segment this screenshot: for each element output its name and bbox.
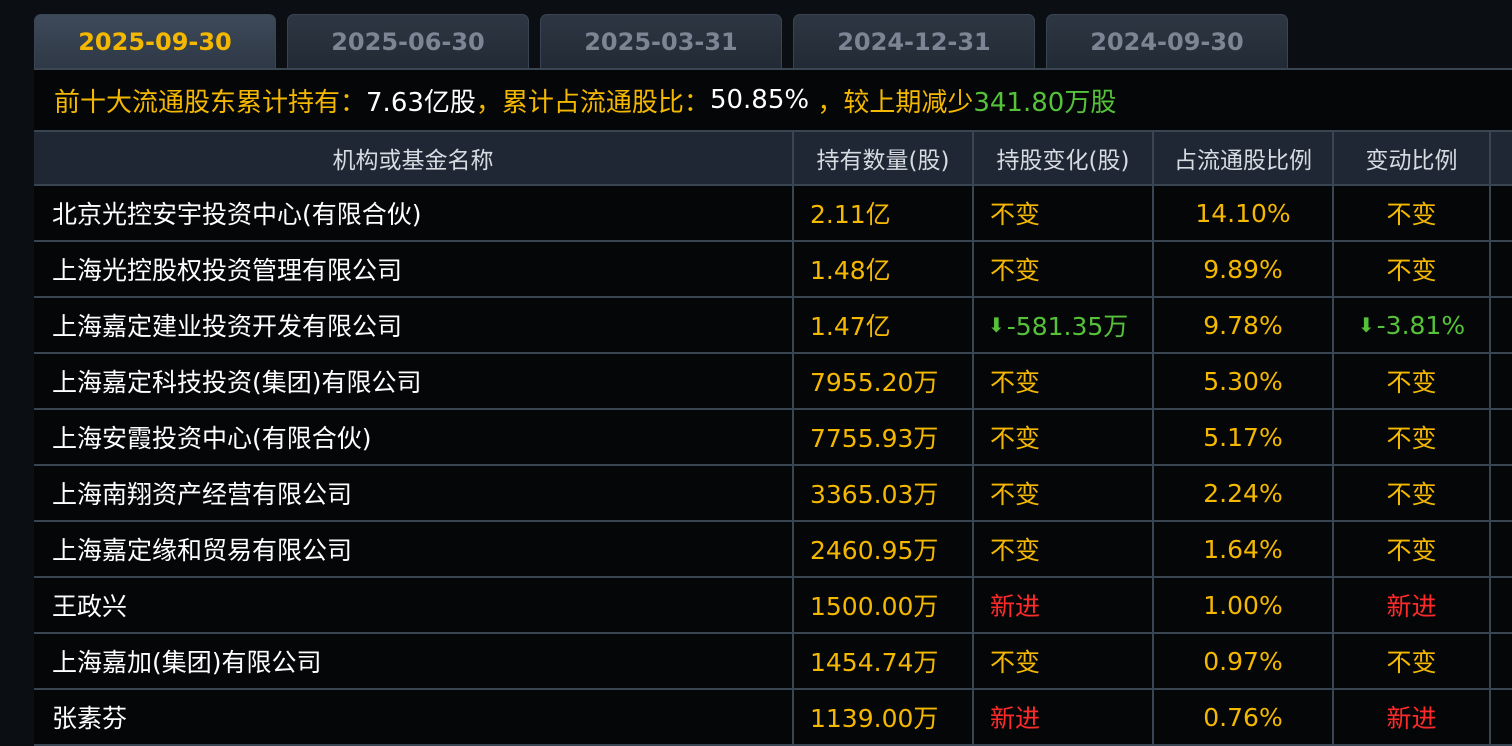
holding-quantity: 1454.74万 <box>794 634 974 688</box>
float-share-ratio: 1.64% <box>1154 522 1334 576</box>
holding-quantity: 3365.03万 <box>794 466 974 520</box>
change-ratio-value: -3.81% <box>1376 310 1466 340</box>
holder-name: 上海嘉加(集团)有限公司 <box>34 634 794 688</box>
holding-quantity: 1.47亿 <box>794 298 974 352</box>
change-ratio: 新进 <box>1334 578 1491 632</box>
row-extra-cell <box>1491 298 1512 352</box>
holder-name: 上海安霞投资中心(有限合伙) <box>34 410 794 464</box>
row-extra-cell <box>1491 578 1512 632</box>
row-extra-cell <box>1491 410 1512 464</box>
table-row[interactable]: 上海嘉定建业投资开发有限公司 1.47亿 ⬇ -581.35万 9.78% ⬇ -3.81% <box>34 298 1512 354</box>
change-ratio: 不变 <box>1334 242 1491 296</box>
holding-change: 新进 <box>974 578 1154 632</box>
shareholder-table-body: 北京光控安宇投资中心(有限合伙) 2.11亿 不变 14.10% 不变 上海光控股权投资管… <box>34 186 1512 746</box>
row-extra-cell <box>1491 186 1512 240</box>
change-ratio: 不变 <box>1334 466 1491 520</box>
report-date-tabs: 2025-09-30 2025-06-30 2025-03-31 2024-12… <box>34 14 1512 70</box>
tab-2025-09-30[interactable]: 2025-09-30 <box>34 14 276 68</box>
col-header-ratio: 占流通股比例 <box>1154 132 1334 184</box>
holder-name: 上海嘉定缘和贸易有限公司 <box>34 522 794 576</box>
float-share-ratio: 5.30% <box>1154 354 1334 408</box>
holding-change: 不变 <box>974 522 1154 576</box>
holder-name: 上海嘉定建业投资开发有限公司 <box>34 298 794 352</box>
table-row[interactable]: 北京光控安宇投资中心(有限合伙) 2.11亿 不变 14.10% 不变 <box>34 186 1512 242</box>
row-extra-cell <box>1491 634 1512 688</box>
holding-quantity: 1.48亿 <box>794 242 974 296</box>
row-extra-cell <box>1491 466 1512 520</box>
holder-name: 上海南翔资产经营有限公司 <box>34 466 794 520</box>
col-header-extra <box>1491 132 1512 184</box>
shareholder-panel: 2025-09-30 2025-06-30 2025-03-31 2024-12… <box>34 0 1512 746</box>
holding-quantity: 1500.00万 <box>794 578 974 632</box>
holding-change: 不变 <box>974 354 1154 408</box>
holding-change: 不变 <box>974 466 1154 520</box>
holding-change-value: -581.35万 <box>1006 312 1129 341</box>
holding-summary: 前十大流通股东累计持有： 7.63亿股 ，累计占流通股比： 50.85% ，较上… <box>34 70 1512 130</box>
table-row[interactable]: 张素芬 1139.00万 新进 0.76% 新进 <box>34 690 1512 746</box>
change-ratio: 不变 <box>1334 522 1491 576</box>
summary-change: 341.80万股 <box>973 87 1117 118</box>
table-header: 机构或基金名称 持有数量(股) 持股变化(股) 占流通股比例 变动比例 <box>34 130 1512 186</box>
holding-change: 不变 <box>974 242 1154 296</box>
change-ratio: 不变 <box>1334 410 1491 464</box>
holding-change: 不变 <box>974 186 1154 240</box>
float-share-ratio: 0.76% <box>1154 690 1334 744</box>
holder-name: 张素芬 <box>34 690 794 744</box>
summary-change-label: ，较上期减少 <box>809 87 974 118</box>
tab-2025-06-30[interactable]: 2025-06-30 <box>287 14 529 68</box>
summary-prefix: 前十大流通股东累计持有： <box>54 87 367 118</box>
table-row[interactable]: 上海南翔资产经营有限公司 3365.03万 不变 2.24% 不变 <box>34 466 1512 522</box>
holding-quantity: 7755.93万 <box>794 410 974 464</box>
table-row[interactable]: 王政兴 1500.00万 新进 1.00% 新进 <box>34 578 1512 634</box>
change-ratio: 不变 <box>1334 634 1491 688</box>
holding-change: 不变 <box>974 410 1154 464</box>
holder-name: 上海光控股权投资管理有限公司 <box>34 242 794 296</box>
row-extra-cell <box>1491 354 1512 408</box>
change-ratio: 不变 <box>1334 354 1491 408</box>
change-ratio: 新进 <box>1334 690 1491 744</box>
float-share-ratio: 1.00% <box>1154 578 1334 632</box>
summary-ratio-label: ，累计占流通股比： <box>475 87 710 118</box>
change-ratio: 不变 <box>1334 186 1491 240</box>
down-arrow-icon: ⬇ <box>1357 313 1375 337</box>
holding-change: ⬇ -581.35万 <box>974 298 1154 352</box>
holding-quantity: 7955.20万 <box>794 354 974 408</box>
tab-2025-03-31[interactable]: 2025-03-31 <box>540 14 782 68</box>
summary-ratio: 50.85% <box>709 85 810 115</box>
float-share-ratio: 2.24% <box>1154 466 1334 520</box>
col-header-change-ratio: 变动比例 <box>1334 132 1491 184</box>
table-row[interactable]: 上海嘉定科技投资(集团)有限公司 7955.20万 不变 5.30% 不变 <box>34 354 1512 410</box>
change-ratio: ⬇ -3.81% <box>1334 298 1491 352</box>
float-share-ratio: 9.78% <box>1154 298 1334 352</box>
table-row[interactable]: 上海光控股权投资管理有限公司 1.48亿 不变 9.89% 不变 <box>34 242 1512 298</box>
float-share-ratio: 9.89% <box>1154 242 1334 296</box>
col-header-quantity: 持有数量(股) <box>794 132 974 184</box>
table-row[interactable]: 上海嘉加(集团)有限公司 1454.74万 不变 0.97% 不变 <box>34 634 1512 690</box>
col-header-name: 机构或基金名称 <box>34 132 794 184</box>
tab-2024-12-31[interactable]: 2024-12-31 <box>793 14 1035 68</box>
col-header-change: 持股变化(股) <box>974 132 1154 184</box>
summary-holding: 7.63亿股 <box>366 87 476 118</box>
row-extra-cell <box>1491 690 1512 744</box>
holder-name: 王政兴 <box>34 578 794 632</box>
float-share-ratio: 0.97% <box>1154 634 1334 688</box>
row-extra-cell <box>1491 522 1512 576</box>
float-share-ratio: 5.17% <box>1154 410 1334 464</box>
holder-name: 北京光控安宇投资中心(有限合伙) <box>34 186 794 240</box>
table-row[interactable]: 上海安霞投资中心(有限合伙) 7755.93万 不变 5.17% 不变 <box>34 410 1512 466</box>
float-share-ratio: 14.10% <box>1154 186 1334 240</box>
holding-change: 新进 <box>974 690 1154 744</box>
holding-quantity: 2.11亿 <box>794 186 974 240</box>
tab-2024-09-30[interactable]: 2024-09-30 <box>1046 14 1288 68</box>
holding-quantity: 2460.95万 <box>794 522 974 576</box>
table-row[interactable]: 上海嘉定缘和贸易有限公司 2460.95万 不变 1.64% 不变 <box>34 522 1512 578</box>
down-arrow-icon: ⬇ <box>988 313 1005 337</box>
row-extra-cell <box>1491 242 1512 296</box>
holding-quantity: 1139.00万 <box>794 690 974 744</box>
holder-name: 上海嘉定科技投资(集团)有限公司 <box>34 354 794 408</box>
holding-change: 不变 <box>974 634 1154 688</box>
